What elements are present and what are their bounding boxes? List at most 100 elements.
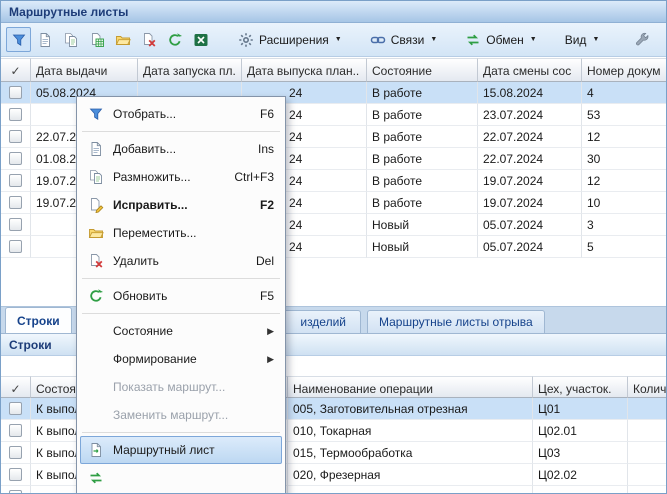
toolbar-dropdown-extensions[interactable]: Расширения▼ — [234, 29, 346, 51]
main-toolbar: Расширения▼ Связи▼ Обмен▼ Вид▼ — [1, 23, 666, 57]
column-header-operation[interactable]: Наименование операции — [288, 376, 533, 398]
delete-doc-icon — [88, 253, 104, 269]
menu-item-label: Заменить маршрут... — [113, 408, 274, 422]
toolbar-dropdown-group: Расширения▼ Связи▼ Обмен▼ Вид▼ — [214, 29, 603, 51]
column-header-qty[interactable]: Колич... — [628, 376, 667, 398]
window-title: Маршрутные листы — [9, 5, 128, 19]
menu-item-label: Формирование — [113, 352, 259, 366]
new-doc-icon — [88, 141, 104, 157]
lines-panel-title: Строки — [9, 338, 52, 352]
submenu-arrow-icon: ▶ — [267, 326, 274, 337]
row-checkbox[interactable] — [9, 424, 22, 437]
add-copy-button[interactable] — [58, 27, 83, 52]
export-excel-button[interactable] — [188, 27, 213, 52]
row-check-cell — [1, 214, 31, 236]
row-checkbox[interactable] — [9, 196, 22, 209]
row-check-cell — [1, 236, 31, 258]
menu-item-show-route: Показать маршрут... — [80, 373, 282, 401]
folder-icon — [88, 225, 104, 241]
menu-item-label: Отобрать... — [113, 107, 252, 121]
row-checkbox[interactable] — [9, 490, 22, 494]
column-header-issue_date[interactable]: Дата выдачи — [31, 58, 138, 82]
row-check-cell — [1, 420, 31, 442]
menu-item-partial-item[interactable] — [80, 464, 282, 492]
new-document-button[interactable] — [32, 27, 57, 52]
new-doc-icon — [37, 32, 53, 48]
menu-item-label: Маршрутный лист — [113, 443, 274, 457]
toolbar-button-group — [6, 27, 214, 52]
tab-tear-off-route-sheets[interactable]: Маршрутные листы отрыва — [367, 310, 545, 333]
menu-item-icon-slot — [86, 253, 106, 269]
column-header-release_tail[interactable]: Дата выпуска план.. — [242, 58, 367, 82]
route-doc-icon — [88, 442, 104, 458]
menu-item-icon-slot — [86, 141, 106, 157]
filter-button[interactable] — [6, 27, 31, 52]
tab-lines[interactable]: Строки — [5, 307, 72, 333]
delete-button[interactable] — [136, 27, 161, 52]
refresh-button[interactable] — [162, 27, 187, 52]
row-checkbox[interactable] — [9, 218, 22, 231]
menu-item-icon-slot — [86, 197, 106, 213]
column-header-state_change[interactable]: Дата смены сос — [478, 58, 582, 82]
row-checkbox[interactable] — [9, 86, 22, 99]
cell-operation: 005, Заготовительная отрезная — [288, 398, 533, 420]
menu-item-move[interactable]: Переместить... — [80, 219, 282, 247]
column-header-launch_date[interactable]: Дата запуска пл. — [138, 58, 242, 82]
open-button[interactable] — [110, 27, 135, 52]
row-check-cell — [1, 192, 31, 214]
menu-item-duplicate[interactable]: Размножить...Ctrl+F3 — [80, 163, 282, 191]
row-checkbox[interactable] — [9, 130, 22, 143]
column-header-number[interactable]: Номер докум — [582, 58, 667, 82]
menu-separator — [82, 313, 280, 314]
menu-item-edit[interactable]: Исправить...F2 — [80, 191, 282, 219]
cell-workshop: Ц02.02 — [533, 464, 628, 486]
toolbar-dropdown-view[interactable]: Вид▼ — [561, 30, 604, 50]
menu-item-refresh[interactable]: ОбновитьF5 — [80, 282, 282, 310]
cell-state_change: 05.07.2024 — [478, 236, 582, 258]
menu-item-icon-slot — [86, 470, 106, 486]
column-header-state[interactable]: Состояние — [367, 58, 478, 82]
menu-item-shortcut: Ctrl+F3 — [234, 170, 274, 184]
cell-state: В работе — [367, 170, 478, 192]
row-checkbox[interactable] — [9, 402, 22, 415]
menu-item-delete[interactable]: УдалитьDel — [80, 247, 282, 275]
menu-item-add[interactable]: Добавить... Ins — [80, 135, 282, 163]
row-checkbox[interactable] — [9, 446, 22, 459]
menu-item-label: Добавить... — [113, 142, 250, 156]
menu-item-icon-slot — [86, 288, 106, 304]
cell-number: 12 — [582, 170, 667, 192]
cell-qty — [628, 398, 667, 420]
cell-number: 5 — [582, 236, 667, 258]
menu-separator — [82, 278, 280, 279]
settings-button[interactable] — [629, 27, 655, 52]
menu-item-shortcut: F5 — [260, 289, 274, 303]
column-header-check[interactable]: ✓ — [1, 58, 31, 82]
row-check-cell — [1, 82, 31, 104]
row-check-cell — [1, 126, 31, 148]
row-checkbox[interactable] — [9, 240, 22, 253]
toolbar-dropdown-links[interactable]: Связи▼ — [366, 29, 442, 51]
cell-state_change: 15.08.2024 — [478, 82, 582, 104]
dropdown-arrow-icon: ▼ — [430, 36, 437, 43]
menu-item-state[interactable]: Состояние ▶ — [80, 317, 282, 345]
cell-state: Новый — [367, 236, 478, 258]
menu-item-formation[interactable]: Формирование▶ — [80, 345, 282, 373]
toolbar-dropdown-exchange[interactable]: Обмен▼ — [461, 29, 540, 51]
exchange-icon — [465, 32, 481, 48]
menu-item-icon-slot — [86, 106, 106, 122]
cell-state: В работе — [367, 126, 478, 148]
row-checkbox[interactable] — [9, 468, 22, 481]
row-check-cell — [1, 442, 31, 464]
create-based-on-button[interactable] — [84, 27, 109, 52]
row-check-cell — [1, 486, 31, 494]
menu-item-shortcut: Ins — [258, 142, 274, 156]
row-checkbox[interactable] — [9, 152, 22, 165]
column-header-check[interactable]: ✓ — [1, 376, 31, 398]
menu-item-filter[interactable]: Отобрать...F6 — [80, 100, 282, 128]
menu-item-label: Показать маршрут... — [113, 380, 274, 394]
row-checkbox[interactable] — [9, 108, 22, 121]
row-checkbox[interactable] — [9, 174, 22, 187]
column-header-workshop[interactable]: Цех, участок. — [533, 376, 628, 398]
menu-item-route-sheet[interactable]: Маршрутный лист — [80, 436, 282, 464]
menu-item-label: Состояние — [113, 324, 259, 338]
